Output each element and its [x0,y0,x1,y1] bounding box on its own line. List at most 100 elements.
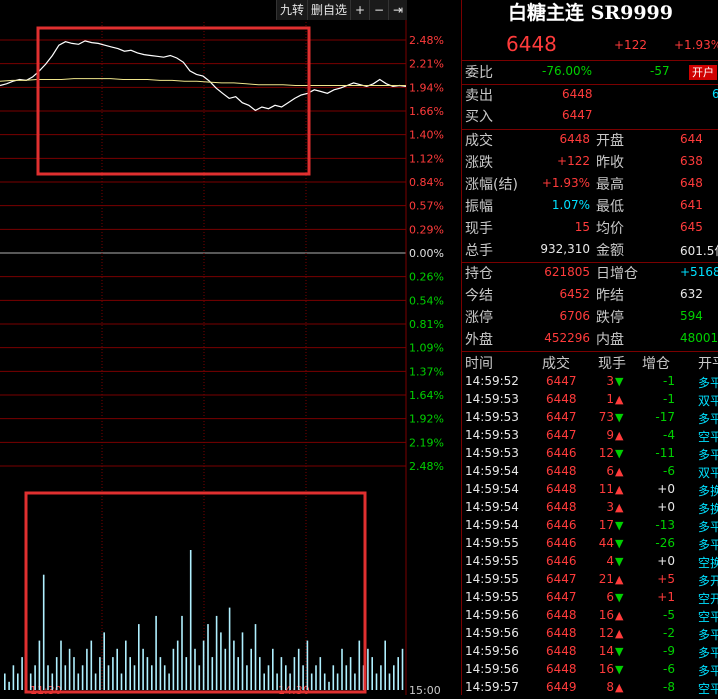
volume-bar [202,640,205,690]
volume-bar [336,673,339,690]
volume-bar [42,574,45,690]
volume-bar [8,681,10,690]
volume-bar [86,648,88,690]
buy-row: 买入 6447 [462,106,718,128]
tick-volume: 21 [598,572,614,586]
volume-bar [297,648,300,690]
tick-row[interactable]: 14:59:54 6448 6 -6 双平 ▲ [462,464,718,482]
stat-value: 594 [680,309,703,323]
open-account-button[interactable]: 开户 [689,65,717,80]
tick-row[interactable]: 14:59:52 6447 3 -1 多平 ▼ [462,374,718,392]
volume-bar [224,648,227,690]
stat-label: 跌停 [596,310,624,326]
arrow-down-icon: ▼ [615,645,624,658]
axis-label-up: 0.57% [409,200,444,213]
volume-bar [181,615,183,690]
volume-bar [354,673,356,690]
volume-bar [237,657,239,690]
tick-row[interactable]: 14:59:53 6447 73 -17 多平 ▼ [462,410,718,428]
price-line [0,40,407,112]
tick-price: 6447 [546,572,577,586]
volume-bar [380,665,382,690]
stat-value: 632 [680,287,703,301]
arrow-down-icon: ▼ [615,519,624,532]
stat-label: 昨收 [596,155,624,171]
jiuzhuan-button[interactable]: 九转 [276,0,307,20]
volume-bar [142,648,144,690]
tick-volume: 12 [598,446,614,460]
buy-label: 买入 [465,109,493,125]
tick-time: 14:59:54 [465,500,519,514]
tick-time: 14:59:55 [465,536,519,550]
arrow-down-icon: ▼ [615,447,624,460]
tick-time: 14:59:56 [465,644,519,658]
tick-row[interactable]: 14:59:55 6446 44 -26 多平 ▼ [462,536,718,554]
tick-oi-change: -17 [655,410,675,424]
volume-bar [159,657,162,690]
stat-row: 总手 932,310 金额 601.5亿 [462,240,718,262]
stat-value: 621805 [544,265,590,279]
volume-bar [384,640,386,690]
stat-label: 均价 [596,221,624,237]
volume-bar [310,673,313,690]
stat-label: 涨停 [465,310,493,326]
tick-row[interactable]: 14:59:55 6446 4 +0 空换 ▼ [462,554,718,572]
volume-bar [246,665,248,690]
sell-price: 6448 [562,87,593,101]
tick-row[interactable]: 14:59:57 6449 8 -8 空平 ▲ [462,680,718,695]
time-label-end: 15:00 [409,684,441,695]
tick-row[interactable]: 14:59:53 6448 1 -1 双平 ▲ [462,392,718,410]
tick-row[interactable]: 14:59:54 6446 17 -13 多平 ▼ [462,518,718,536]
tick-volume: 9 [606,428,614,442]
tick-row[interactable]: 14:59:56 6448 16 -5 空平 ▲ [462,608,718,626]
volume-bar [120,673,123,690]
tick-time: 14:59:53 [465,428,519,442]
tick-row[interactable]: 14:59:53 6447 9 -4 空平 ▲ [462,428,718,446]
tick-row[interactable]: 14:59:53 6446 12 -11 多平 ▼ [462,446,718,464]
tick-volume: 4 [606,554,614,568]
stat-label: 涨幅(结) [465,177,518,193]
tick-row[interactable]: 14:59:54 6448 3 +0 多换 ▲ [462,500,718,518]
arrow-up-icon: ▲ [615,429,624,442]
stat-row: 涨幅(结) +1.93% 最高 648 [462,174,718,196]
tick-row[interactable]: 14:59:56 6448 12 -2 多平 ▲ [462,626,718,644]
tick-type: 空平 [698,430,718,444]
volume-bar [375,673,378,690]
tick-time: 14:59:56 [465,662,519,676]
volume-bar [12,665,15,690]
volume-bar [293,657,296,690]
axis-label-up: 0.84% [409,176,444,189]
tick-row[interactable]: 14:59:55 6447 21 +5 多开 ▲ [462,572,718,590]
tick-price: 6448 [546,482,577,496]
tick-oi-change: +0 [657,500,675,514]
stat-label: 内盘 [596,332,624,348]
chart-canvas[interactable]: 2.48% 2.21% 1.94% 1.66% 1.40% 1.12% 0.84% 0.57%… [0,0,461,697]
volume-bar [4,673,6,690]
tick-volume: 17 [598,518,614,532]
tick-row[interactable]: 14:59:55 6447 6 +1 空开 ▼ [462,590,718,608]
tick-row[interactable]: 14:59:56 6448 14 -9 多平 ▼ [462,644,718,662]
tick-row[interactable]: 14:59:56 6448 16 -6 多平 ▼ [462,662,718,680]
tick-row[interactable]: 14:59:54 6448 11 +0 多换 ▲ [462,482,718,500]
axis-label-up: 0.29% [409,223,444,236]
delete-watchlist-button[interactable]: 删自选 [307,0,350,20]
zoom-out-icon[interactable]: − [369,0,388,20]
next-icon[interactable]: ⇥ [388,0,407,20]
sell-label: 卖出 [465,88,493,104]
ticks-header: 时间 成交 现手 增仓 开平 [462,353,718,373]
tick-price: 6448 [546,464,577,478]
volume-bar [112,657,114,690]
sell-volume: 6 [712,87,718,101]
tick-time: 14:59:57 [465,680,519,694]
stat-label: 成交 [465,133,493,149]
stat-value: +5168 [680,265,718,279]
arrow-down-icon: ▼ [615,663,624,676]
stat-label: 金额 [596,243,624,259]
zoom-in-icon[interactable]: + [350,0,369,20]
stat-value: 641 [680,198,703,212]
stat-label: 日增仓 [596,266,638,282]
axis-label-down: 0.54% [409,294,444,307]
tick-type: 多平 [698,448,718,462]
tick-type: 多换 [698,484,718,498]
intraday-chart[interactable]: 2.48% 2.21% 1.94% 1.66% 1.40% 1.12% 0.84% 0.57%… [0,0,461,697]
